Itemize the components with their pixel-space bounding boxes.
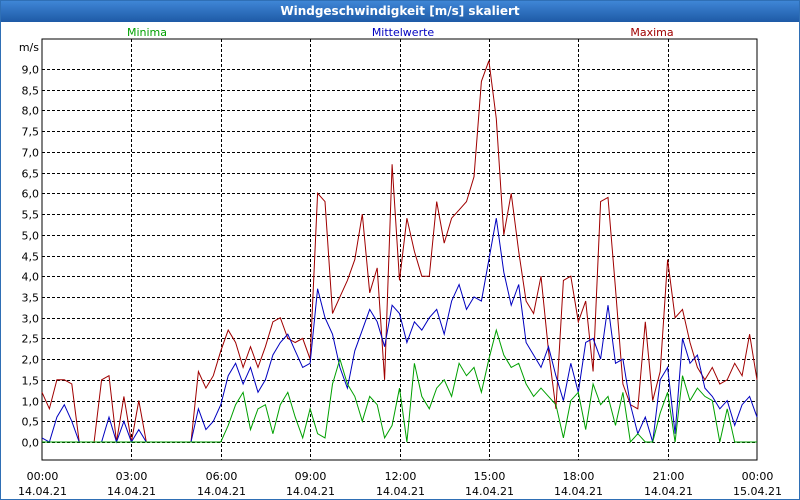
y-tick-label: 3,5 [22,292,40,305]
y-axis-unit-label: m/s [19,41,39,54]
x-tick-time: 15:00 [474,470,506,483]
y-tick-label: 4,5 [22,251,40,264]
y-tick-label: 4,0 [22,271,40,284]
x-tick-time: 21:00 [653,470,685,483]
x-tick-date: 14.04.21 [465,485,514,498]
x-tick-time: 09:00 [295,470,327,483]
y-tick-label: 5,5 [22,209,40,222]
plot-area [41,38,758,461]
y-tick-label: 0,0 [22,437,40,450]
x-tick-date: 14.04.21 [554,485,603,498]
x-tick-time: 06:00 [206,470,238,483]
y-tick-label: 2,5 [22,333,40,346]
x-tick-time: 00:00 [27,470,59,483]
x-tick-time: 00:00 [742,470,774,483]
x-tick-date: 14.04.21 [286,485,335,498]
x-tick-time: 18:00 [563,470,595,483]
y-tick-label: 6,0 [22,188,40,201]
x-tick-date: 14.04.21 [18,485,67,498]
x-tick-date: 14.04.21 [644,485,693,498]
chart-window: Windgeschwindigkeit [m/s] skaliert 0,0 0,… [0,0,800,500]
y-tick-label: 5,0 [22,230,40,243]
x-tick-date: 15.04.21 [733,485,782,498]
y-tick-label: 1,0 [22,396,40,409]
legend-maxima: Maxima [630,26,673,39]
x-tick-time: 12:00 [385,470,417,483]
x-tick-date: 14.04.21 [107,485,156,498]
legend-mittelwerte: Mittelwerte [372,26,435,39]
x-tick-date: 14.04.21 [197,485,246,498]
x-tick-time: 03:00 [116,470,148,483]
y-tick-label: 1,5 [22,375,40,388]
y-tick-label: 7,5 [22,126,40,139]
y-tick-label: 7,0 [22,147,40,160]
y-tick-label: 2,0 [22,354,40,367]
x-tick-date: 14.04.21 [376,485,425,498]
y-tick-label: 6,5 [22,168,40,181]
y-tick-label: 3,0 [22,313,40,326]
wind-speed-chart: 0,0 0,5 1,0 1,5 2,0 2,5 3,0 3,5 4,0 4,5 5,0 5,5 6,0 6… [18,26,782,498]
y-tick-label: 0,5 [22,416,40,429]
y-tick-label: 8,5 [22,85,40,98]
y-tick-label: 8,0 [22,105,40,118]
legend-minima: Minima [127,26,167,39]
y-tick-label: 9,0 [22,64,40,77]
